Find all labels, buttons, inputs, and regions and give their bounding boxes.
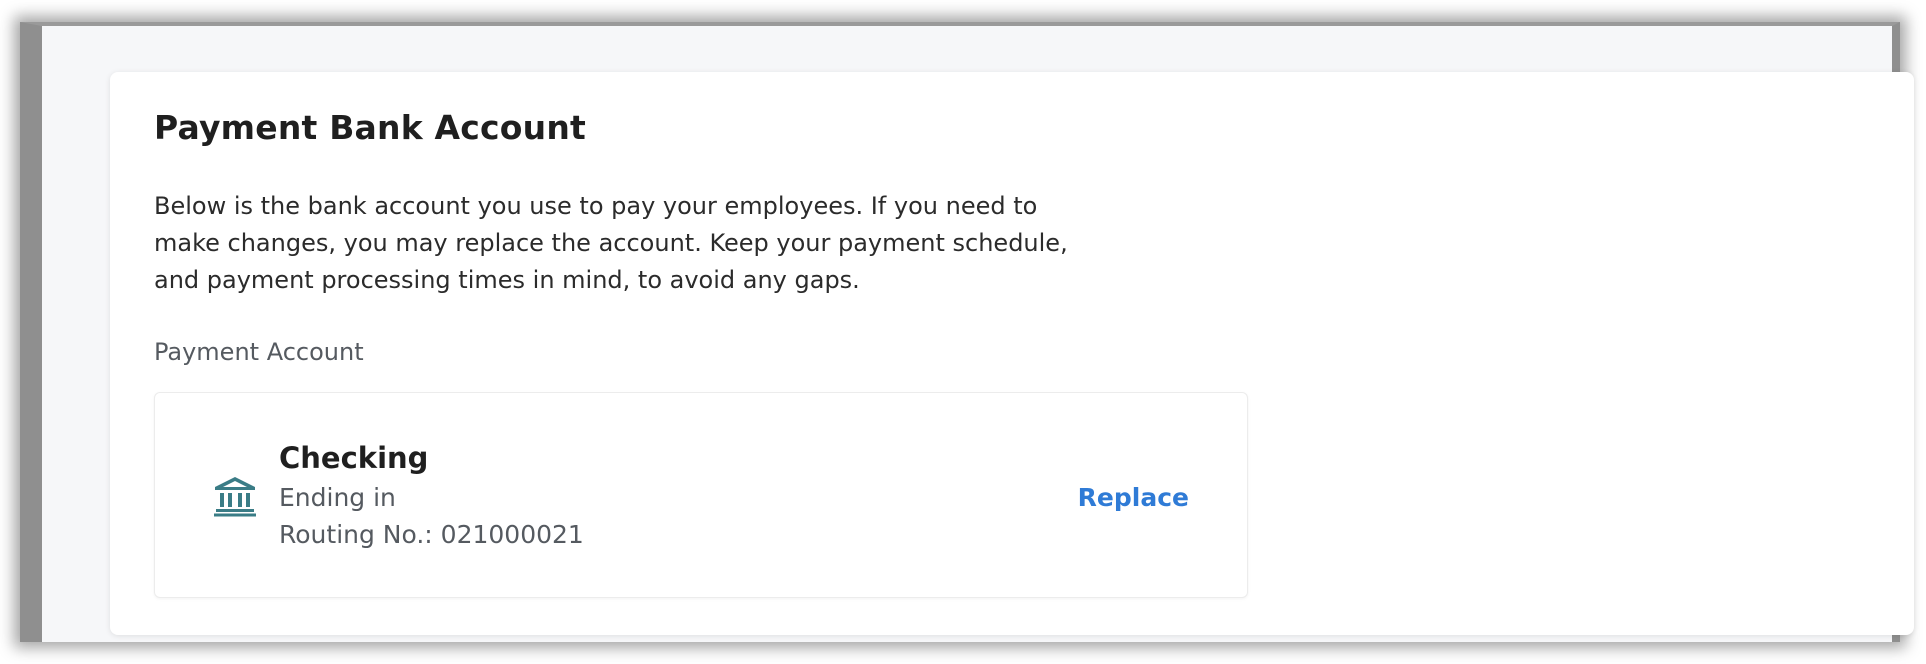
account-ending: Ending in xyxy=(279,483,396,512)
replace-button[interactable]: Replace xyxy=(1078,483,1189,512)
payment-bank-account-card: Payment Bank Account Below is the bank a… xyxy=(110,72,1914,635)
page-title: Payment Bank Account xyxy=(154,108,587,147)
payment-account-panel: Checking Ending in Routing No.: 02100002… xyxy=(154,392,1248,598)
description-text: Below is the bank account you use to pay… xyxy=(154,192,1068,294)
app-window: Payment Bank Account Below is the bank a… xyxy=(20,22,1914,642)
bank-icon xyxy=(213,475,257,517)
payment-account-label: Payment Account xyxy=(154,338,364,366)
routing-number: Routing No.: 021000021 xyxy=(279,520,584,549)
account-type: Checking xyxy=(279,441,429,475)
